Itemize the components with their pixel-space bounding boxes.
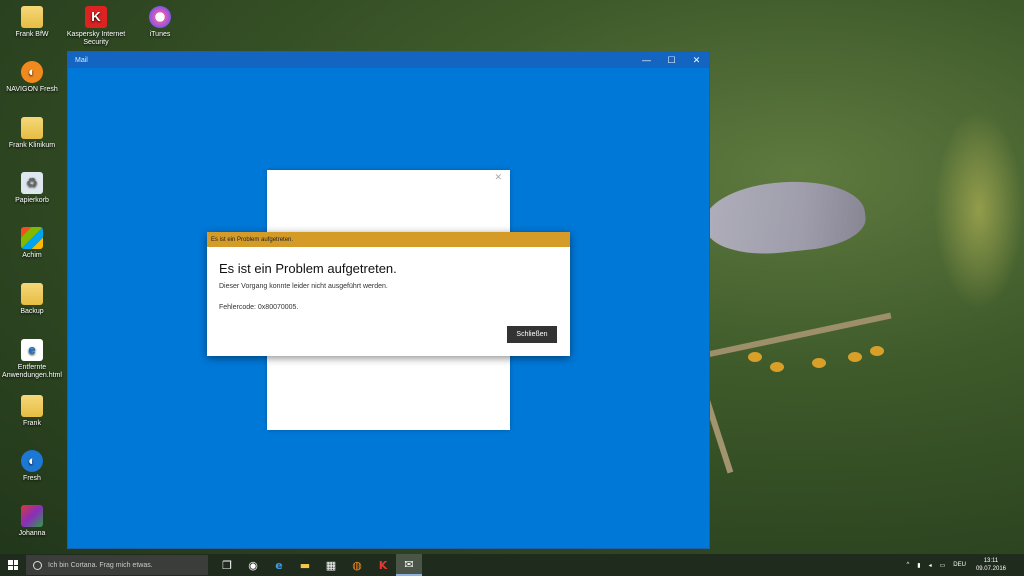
- desktop-icon-label: Frank Klinikum: [8, 142, 56, 149]
- desktop-icon-frank-klinikum[interactable]: Frank Klinikum: [1, 117, 63, 150]
- desktop-icon-navigon-fresh[interactable]: ◐ NAVIGON Fresh: [1, 61, 63, 94]
- file-explorer-icon[interactable]: ▬: [292, 554, 318, 576]
- desktop-icon-label: Johanna: [18, 530, 46, 537]
- recycle-bin-icon: ♻: [21, 172, 43, 194]
- wallpaper-lichen: [870, 346, 884, 356]
- wallpaper-lichen: [770, 362, 784, 372]
- desktop-icon-frank[interactable]: Frank: [1, 395, 63, 428]
- wallpaper-lichen: [812, 358, 826, 368]
- desktop-icon-johanna[interactable]: Johanna: [1, 505, 63, 538]
- kaspersky-icon: K: [85, 6, 107, 28]
- clock[interactable]: 13:11 09.07.2016: [976, 557, 1006, 573]
- cortana-icon: [33, 560, 42, 570]
- wallpaper-feather: [701, 173, 869, 261]
- dialog-heading: Es ist ein Problem aufgetreten.: [219, 261, 397, 276]
- desktop-icon-label: Backup: [20, 308, 44, 315]
- windows-flag-icon: [21, 227, 43, 249]
- task-view-icon[interactable]: ❐: [214, 554, 240, 576]
- desktop-icon-itunes[interactable]: iTunes: [129, 6, 191, 39]
- language-indicator[interactable]: DEU: [953, 562, 966, 568]
- desktop-icon-label: Kaspersky Internet Security: [66, 31, 126, 46]
- tray-chevron-icon[interactable]: ^: [906, 562, 909, 568]
- folder-icon: [21, 117, 43, 139]
- edge-icon[interactable]: e: [266, 554, 292, 576]
- start-button[interactable]: [0, 554, 26, 576]
- navigon-icon: ◐: [21, 61, 43, 83]
- desktop-icon-label: Achim: [22, 252, 42, 259]
- minimize-button[interactable]: —: [634, 52, 659, 68]
- network-icon[interactable]: ▮: [917, 562, 920, 569]
- firefox-icon[interactable]: ◍: [344, 554, 370, 576]
- desktop-icon-label: Papierkorb: [15, 197, 49, 204]
- system-tray: ^ ▮ ◂ ▭ DEU 13:11 09.07.2016: [902, 554, 1024, 576]
- wallpaper-lichen: [748, 352, 762, 362]
- taskbar: Ich bin Cortana. Frag mich etwas. ❐ ◉ e …: [0, 554, 1024, 576]
- window-title: Mail: [75, 56, 88, 64]
- dialog-titlebar: Es ist ein Problem aufgetreten.: [207, 232, 570, 247]
- desktop-icon-label: NAVIGON Fresh: [6, 86, 58, 93]
- desktop-icon-backup[interactable]: Backup: [1, 283, 63, 316]
- cortana-search-box[interactable]: Ich bin Cortana. Frag mich etwas.: [26, 555, 208, 575]
- desktop-icon-label: Frank: [23, 420, 41, 427]
- search-placeholder: Ich bin Cortana. Frag mich etwas.: [48, 561, 153, 569]
- desktop-icon-label: Frank BfW: [15, 31, 49, 38]
- windows-logo-icon: [8, 560, 18, 570]
- desktop-icon-kaspersky[interactable]: K Kaspersky Internet Security: [65, 6, 127, 47]
- desktop-icon-label: Fresh: [23, 475, 41, 482]
- desktop-icon-label: iTunes: [149, 31, 171, 38]
- maximize-button[interactable]: ☐: [659, 52, 684, 68]
- close-dialog-button[interactable]: Schließen: [507, 326, 557, 343]
- desktop-icon-papierkorb[interactable]: ♻ Papierkorb: [1, 172, 63, 205]
- desktop-icon-label: Entfernte Anwendungen.html: [2, 364, 62, 379]
- chrome-icon[interactable]: ◉: [240, 554, 266, 576]
- dialog-message: Dieser Vorgang konnte leider nicht ausge…: [219, 283, 388, 290]
- close-icon[interactable]: ✕: [494, 173, 502, 183]
- store-icon[interactable]: ▦: [318, 554, 344, 576]
- wallpaper-branch: [704, 312, 892, 358]
- error-dialog: Es ist ein Problem aufgetreten. Es ist e…: [207, 232, 570, 356]
- folder-icon: [21, 6, 43, 28]
- fresh-app-icon: ◐: [21, 450, 43, 472]
- wallpaper-glow: [934, 110, 1024, 310]
- itunes-icon: [149, 6, 171, 28]
- desktop-icon-frank-bfw[interactable]: Frank BfW: [1, 6, 63, 39]
- close-button[interactable]: ✕: [684, 52, 709, 68]
- window-controls: — ☐ ✕: [634, 52, 709, 68]
- desktop-icon-fresh[interactable]: ◐ Fresh: [1, 450, 63, 483]
- folder-icon: [21, 283, 43, 305]
- volume-icon[interactable]: ◂: [929, 562, 932, 569]
- html-file-icon: e: [21, 339, 43, 361]
- kaspersky-icon[interactable]: K: [370, 554, 396, 576]
- dialog-error-code: Fehlercode: 0x80070005.: [219, 304, 299, 311]
- desktop-icon-achim[interactable]: Achim: [1, 227, 63, 260]
- johanna-app-icon: [21, 505, 43, 527]
- keyboard-icon[interactable]: ▭: [940, 562, 946, 569]
- clock-date: 09.07.2016: [975, 566, 1006, 572]
- clock-time: 13:11: [983, 558, 999, 564]
- folder-icon: [21, 395, 43, 417]
- wallpaper-lichen: [848, 352, 862, 362]
- window-titlebar[interactable]: Mail — ☐ ✕: [68, 52, 709, 68]
- mail-icon[interactable]: ✉: [396, 554, 422, 576]
- desktop-icon-entfernte-anwendungen[interactable]: e Entfernte Anwendungen.html: [1, 339, 63, 380]
